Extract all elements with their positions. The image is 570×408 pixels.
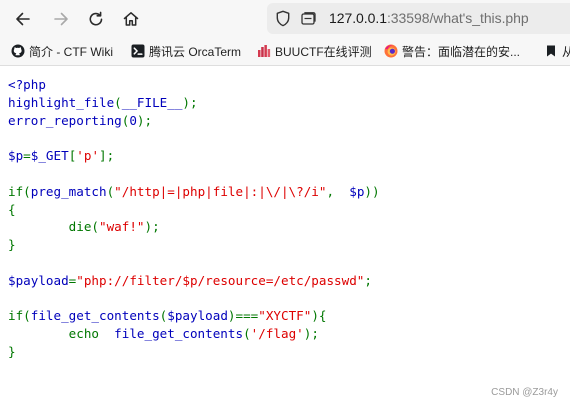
bookmark-buuctf[interactable]: BUUCTF在线评测 [257,37,372,65]
csdn-watermark: CSDN @Z3r4y [491,387,558,398]
buuctf-icon [257,44,271,58]
url-path: :33598/what's_this.php [386,10,529,26]
arrow-left-icon [16,12,30,26]
code-token: file_get_contents [30,308,160,324]
code-token: '/flag' [250,326,304,342]
code-token: __FILE__ [121,94,183,110]
reload-button[interactable] [84,7,108,31]
orcaterm-icon [131,44,145,58]
code-token: ){ [311,308,327,324]
code-token: echo [8,326,115,342]
bookmark-ctf-wiki[interactable]: 简介 - CTF Wiki [11,37,113,65]
bookmark-icon [544,44,558,58]
code-token: $payload [8,272,69,288]
reload-icon [89,11,103,26]
code-token: file_get_contents [114,326,244,342]
code-token: , [326,183,350,199]
address-bar[interactable]: 127.0.0.1:33598/what's_this.php [267,3,570,34]
code-token: ); [303,326,319,342]
code-token: ; [364,272,372,288]
code-token: )=== [227,308,259,324]
code-token: "waf!" [99,219,145,235]
browser-toolbar: 127.0.0.1:33598/what's_this.php [0,0,570,37]
code-token: preg_match [30,183,107,199]
arrow-right-icon [54,12,68,26]
php-source-code: <?php highlight_file(__FILE__); error_re… [8,76,380,361]
code-token: highlight_file [8,94,115,110]
bookmark-label: 警告：面临潜在的安... [402,44,521,59]
site-information-icon[interactable] [300,10,318,27]
code-token: ( [114,94,122,110]
code-token: ); [182,94,198,110]
bookmark-label: 简介 - CTF Wiki [29,44,113,59]
url-host: 127.0.0.1 [329,10,387,26]
code-token: ( [243,326,251,342]
bookmark-label: 腾讯云 OrcaTerm [149,44,242,59]
code-token: ); [136,112,153,128]
code-token: "/http|=|php|file|:|\/|\?/i" [114,183,327,199]
bookmark-label: 从 [562,44,570,59]
code-token: 0 [129,112,137,128]
bookmarks-toolbar: 简介 - CTF Wiki 腾讯云 OrcaTerm BUUCTF在线评测 警告… [0,37,570,66]
code-token: "php://filter/$p/resource=/etc/passwd" [76,272,365,288]
code-token: 'p' [76,148,100,164]
back-button[interactable] [11,7,35,31]
bookmark-orcaterm[interactable]: 腾讯云 OrcaTerm [131,37,241,65]
home-button[interactable] [119,7,143,31]
code-line-1: <?php [8,77,46,92]
bookmark-label: BUUCTF在线评测 [275,44,372,59]
bookmark-security-warning[interactable]: 警告：面临潜在的安... [384,37,520,65]
code-token: = [23,148,31,164]
tracking-protection-shield-icon[interactable] [275,10,291,27]
code-token: if( [8,308,31,324]
bookmark-partial[interactable]: 从 [544,37,570,65]
code-token: $payload [167,308,228,324]
code-token: error_reporting [8,112,122,128]
code-token: ]; [99,148,115,164]
code-token: if( [8,183,31,199]
code-token: } [8,237,16,253]
code-token: ); [144,219,160,235]
forward-button[interactable] [49,7,73,31]
github-icon [11,44,25,58]
code-token: } [8,343,16,359]
code-token: $p [349,183,365,199]
home-icon [123,12,139,26]
code-token: die( [8,219,99,235]
firefox-icon [384,44,398,58]
url-text[interactable]: 127.0.0.1:33598/what's_this.php [329,10,529,27]
code-token: $_GET [30,148,69,164]
code-token: )) [364,183,380,199]
code-token: $p [8,148,24,164]
code-token: { [8,201,16,217]
code-token: "XYCTF" [258,308,312,324]
